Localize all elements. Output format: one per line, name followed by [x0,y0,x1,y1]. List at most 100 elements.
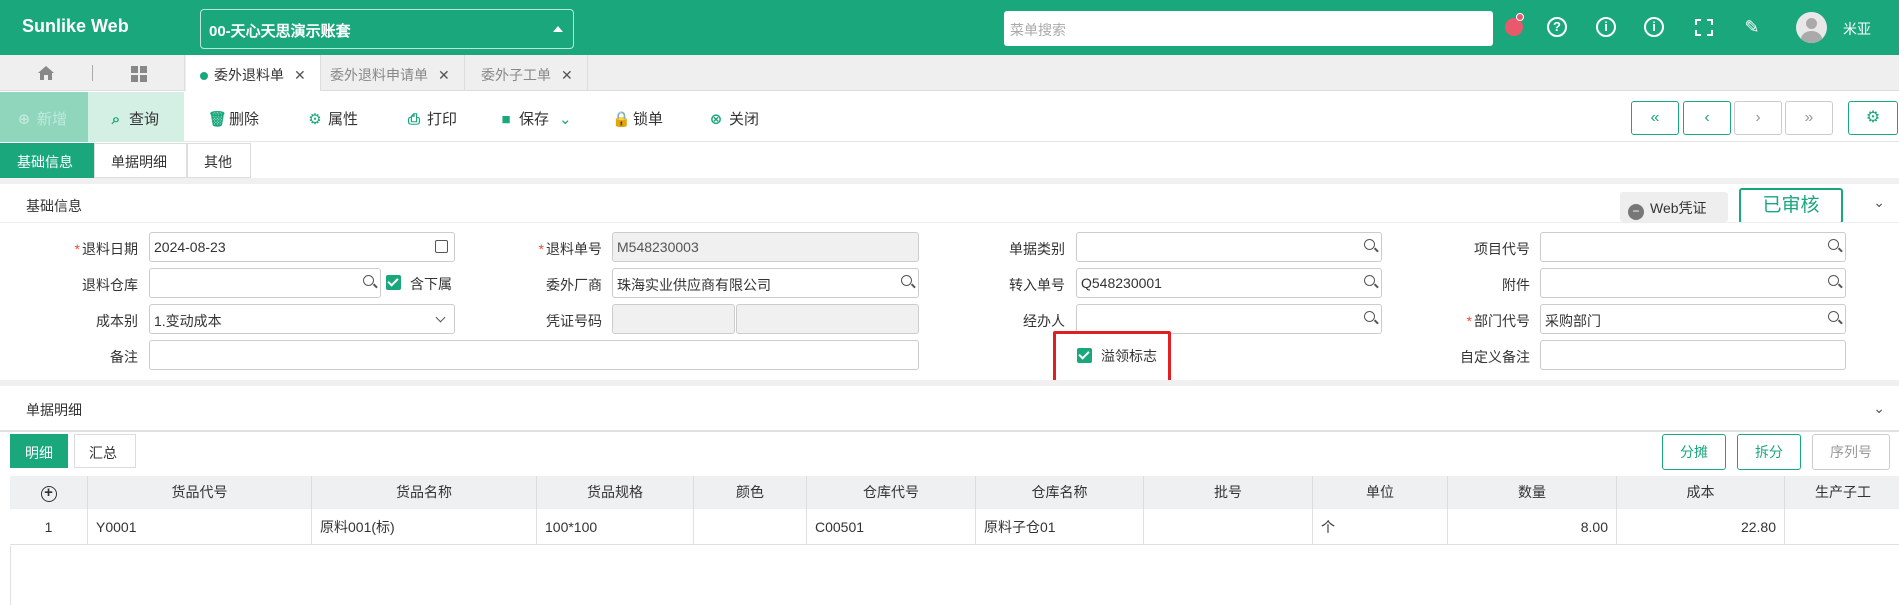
web-voucher-button[interactable]: − Web凭证 [1620,192,1728,222]
last-record-button[interactable]: » [1785,101,1833,135]
save-label: 保存 [519,111,550,128]
split-button[interactable]: 拆分 [1737,434,1801,470]
serial-no-button[interactable]: 序列号 [1812,434,1890,470]
doc-detail-header: 单据明细 ⌄ [0,380,1899,430]
return-no-label: * 退料单号 [538,241,602,257]
first-record-button[interactable]: « [1631,101,1679,135]
tab-other[interactable]: 其他 [187,143,251,178]
tab-basic-info[interactable]: 基础信息 [0,143,94,178]
row-number: 1 [10,509,88,545]
col-header: 仓库名称 [976,476,1144,509]
search-icon[interactable] [1364,275,1375,286]
calendar-icon[interactable] [435,240,448,253]
cell-cost[interactable]: 22.80 [1617,509,1785,545]
search-icon[interactable] [1364,239,1375,250]
return-date-field[interactable]: 2024-08-23 [149,232,455,262]
prev-record-button[interactable]: ‹ [1683,101,1731,135]
return-no-field: M548230003 [612,232,919,262]
menu-search-input[interactable]: 菜单搜索 [1004,11,1493,46]
handler-field[interactable] [1076,304,1382,334]
cell-item-spec[interactable]: 100*100 [537,509,694,545]
tab-label: 委外退料申请单 [330,67,428,83]
gear-icon: ⚙ [308,111,322,128]
search-icon[interactable] [1828,239,1839,250]
print-button[interactable]: ⎙ 打印 [406,92,457,142]
remark-field[interactable] [149,340,919,370]
help-icon[interactable]: ? [1547,17,1567,37]
lock-button[interactable]: 🔒 锁单 [612,92,663,142]
cell-unit[interactable]: 个 [1313,509,1448,545]
minus-circle-icon: − [1628,204,1644,220]
properties-button[interactable]: ⚙ 属性 [307,92,358,142]
project-label: 项目代号 [1474,241,1530,257]
dept-label: * 部门代号 [1466,313,1530,329]
col-header: 批号 [1144,476,1313,509]
cell-warehouse-code[interactable]: C00501 [807,509,976,545]
clean-broom-icon[interactable]: ✎ [1740,15,1764,39]
custom-remark-field[interactable] [1540,340,1846,370]
search-icon[interactable] [1364,311,1375,322]
close-icon[interactable]: ✕ [438,67,450,83]
close-button[interactable]: ⊗ 关闭 [708,92,759,142]
user-name[interactable]: 米亚 [1843,19,1871,39]
tab-return-order[interactable]: 委外退料单 ✕ [186,55,321,91]
view-detail-tab[interactable]: 明细 [10,434,68,468]
search-icon[interactable] [363,275,374,286]
avatar[interactable] [1796,12,1827,43]
vendor-field[interactable]: 珠海实业供应商有限公司 [612,268,919,298]
chevron-down-icon[interactable] [435,312,446,323]
project-field[interactable] [1540,232,1846,262]
search-icon[interactable] [1828,275,1839,286]
doc-type-field[interactable] [1076,232,1382,262]
tab-return-request[interactable]: 委外退料申请单 ✕ [316,55,465,91]
info-icon[interactable]: i [1596,17,1616,37]
return-date-label: * 退料日期 [74,241,138,257]
transfer-no-label: 转入单号 [1009,277,1065,293]
home-icon[interactable] [0,55,92,91]
notification-icon[interactable] [1503,13,1527,39]
transfer-no-field[interactable]: Q548230001 [1076,268,1382,298]
col-header: 颜色 [694,476,807,509]
apps-grid-icon[interactable] [93,55,185,91]
col-header: 仓库代号 [807,476,976,509]
cell-color[interactable] [694,509,807,545]
new-button[interactable]: ⊕ 新增 [0,92,88,142]
account-selector[interactable]: 00-天心天思演示账套 [200,9,574,49]
delete-label: 删除 [229,111,260,128]
include-sub-label: 含下属 [410,276,452,292]
cell-batch[interactable] [1144,509,1313,545]
doc-type-label: 单据类别 [1009,241,1065,257]
cell-quantity[interactable]: 8.00 [1448,509,1617,545]
search-icon[interactable] [901,275,912,286]
about-icon[interactable]: i [1644,17,1664,37]
cell-sub-work[interactable] [1785,509,1899,545]
cost-type-select[interactable]: 1.变动成本 [149,304,455,334]
add-row-button[interactable]: + [10,476,88,509]
attachment-field[interactable] [1540,268,1846,298]
save-button[interactable]: ■ 保存 ⌄ [498,92,572,142]
cell-item-code[interactable]: Y0001 [88,509,312,545]
tab-doc-detail[interactable]: 单据明细 [94,143,187,178]
query-button[interactable]: ⌕ 查询 [88,92,184,142]
delete-button[interactable]: 🗑 删除 [208,92,259,142]
cell-warehouse-name[interactable]: 原料子仓01 [976,509,1144,545]
close-icon[interactable]: ✕ [294,67,306,83]
search-icon[interactable] [1828,311,1839,322]
cost-type-label: 成本别 [96,313,138,329]
dept-field[interactable]: 采购部门 [1540,304,1846,334]
active-dot-icon [200,72,208,80]
chevron-down-icon[interactable]: ⌄ [1873,400,1885,417]
chevron-down-icon[interactable]: ⌄ [1873,194,1885,211]
warehouse-field[interactable] [149,268,381,298]
tab-sub-work-order[interactable]: 委外子工单 ✕ [467,55,588,91]
close-icon[interactable]: ✕ [561,67,573,83]
fullscreen-icon[interactable] [1692,15,1716,39]
settings-gear-icon[interactable]: ⚙ [1848,101,1898,135]
web-voucher-label: Web凭证 [1650,200,1707,216]
chevron-down-icon[interactable]: ⌄ [559,111,572,128]
include-sub-checkbox[interactable] [386,275,401,290]
view-summary-tab[interactable]: 汇总 [74,434,136,468]
allocate-button[interactable]: 分摊 [1662,434,1726,470]
cell-item-name[interactable]: 原料001(标) [312,509,537,545]
next-record-button[interactable]: › [1734,101,1782,135]
